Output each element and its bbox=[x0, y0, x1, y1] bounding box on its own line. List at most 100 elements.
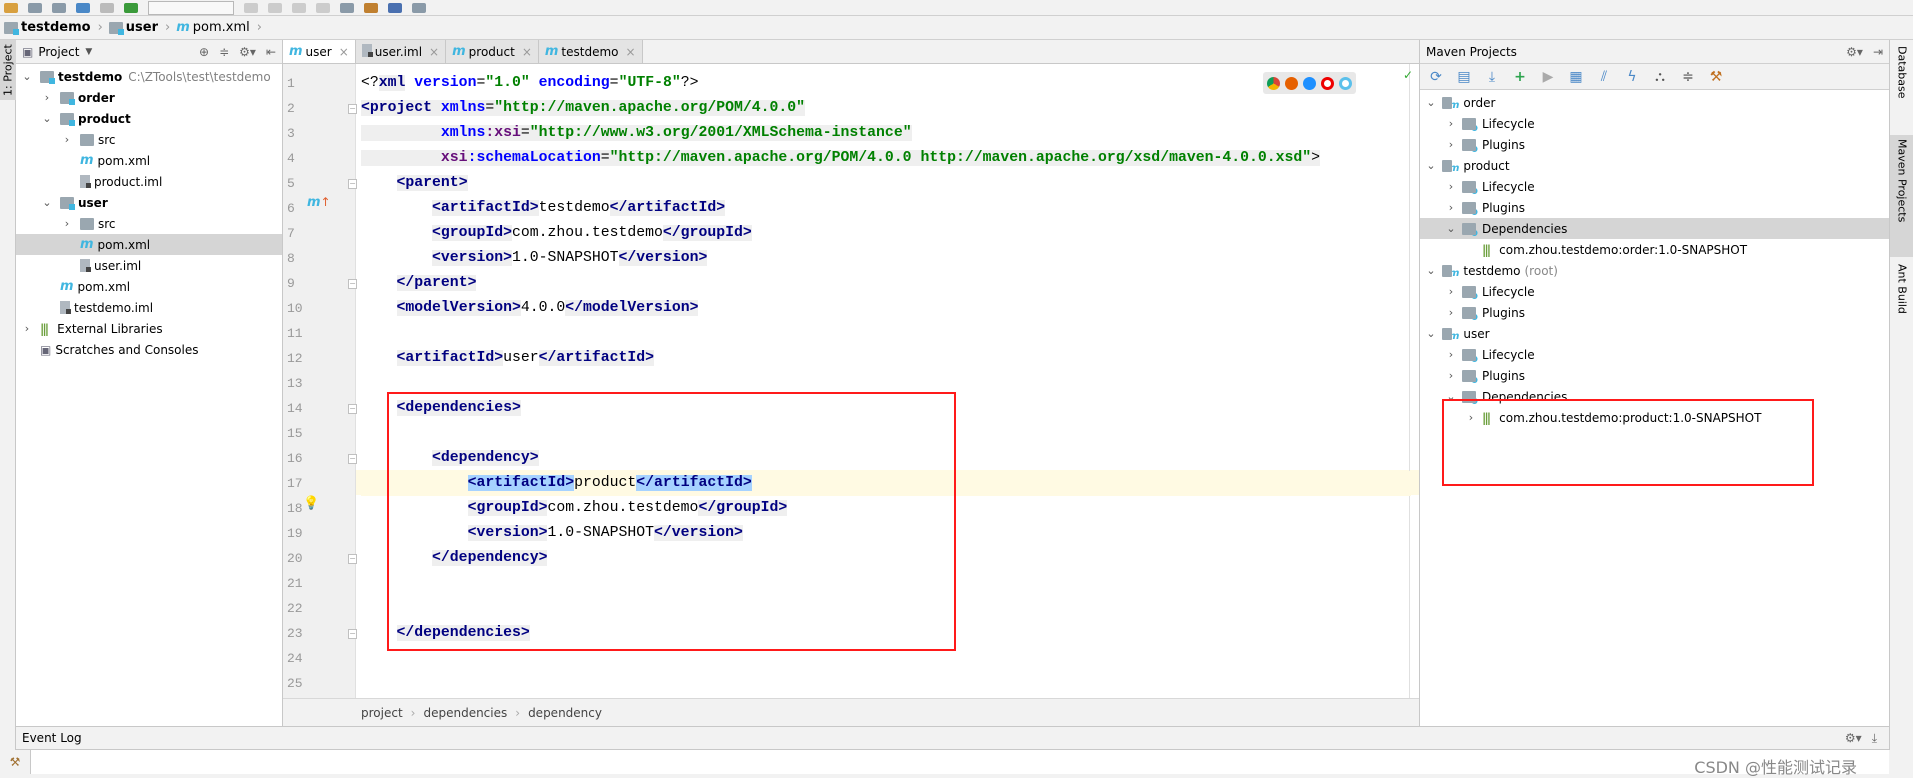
code-line[interactable] bbox=[361, 671, 1411, 696]
project-tree-item[interactable]: ▣ Scratches and Consoles bbox=[16, 339, 282, 360]
project-tree-item[interactable]: › src bbox=[16, 129, 282, 150]
firefox-icon[interactable] bbox=[1285, 76, 1298, 90]
project-tree-item[interactable]: › ||| External Libraries bbox=[16, 318, 282, 339]
code-line[interactable]: <parent> bbox=[361, 171, 1411, 196]
code-line[interactable]: xmlns:xsi="http://www.w3.org/2001/XMLSch… bbox=[361, 121, 1411, 146]
safari-icon[interactable] bbox=[1303, 76, 1316, 90]
gear-icon[interactable]: ⚙▾ bbox=[1845, 731, 1862, 746]
maven-tree-item[interactable]: ⌄ m product bbox=[1420, 155, 1889, 176]
gear-icon[interactable]: ⚙▾ bbox=[239, 45, 256, 59]
fold-marker-icon[interactable]: − bbox=[348, 454, 357, 464]
chevron-down-icon[interactable]: ⌄ bbox=[1424, 96, 1438, 109]
project-tree-item[interactable]: ⌄ user bbox=[16, 192, 282, 213]
coverage-icon[interactable] bbox=[292, 2, 306, 13]
chevron-down-icon[interactable]: ⌄ bbox=[40, 112, 54, 125]
code-line[interactable]: </parent> bbox=[361, 271, 1411, 296]
project-tree-item[interactable]: user.iml bbox=[16, 255, 282, 276]
run-config-select[interactable] bbox=[148, 0, 234, 15]
project-tree-item[interactable]: m pom.xml bbox=[16, 276, 282, 297]
chevron-down-icon[interactable]: ⌄ bbox=[1424, 264, 1438, 277]
nav-crumb-file[interactable]: m pom.xml › bbox=[176, 20, 268, 35]
project-tree-item[interactable]: › order bbox=[16, 87, 282, 108]
fold-marker-icon[interactable]: − bbox=[348, 404, 357, 414]
code-line[interactable]: <modelVersion>4.0.0</modelVersion> bbox=[361, 296, 1411, 321]
stop-icon[interactable] bbox=[316, 2, 330, 13]
breadcrumb-project[interactable]: project bbox=[361, 706, 403, 720]
settings-wrench-icon[interactable] bbox=[364, 2, 378, 13]
skip-tests-icon[interactable]: ϟ bbox=[1624, 69, 1640, 85]
add-icon[interactable]: + bbox=[1512, 69, 1528, 85]
chevron-right-icon[interactable]: › bbox=[1444, 348, 1458, 361]
project-structure-icon[interactable] bbox=[340, 2, 354, 13]
code-line[interactable]: <project xmlns="http://maven.apache.org/… bbox=[361, 96, 1411, 121]
project-view-select[interactable]: Project bbox=[38, 45, 79, 59]
maven-tree-item[interactable]: › ●Plugins bbox=[1420, 197, 1889, 218]
hide-panel-icon[interactable]: ⤓ bbox=[1872, 731, 1877, 746]
show-dependencies-icon[interactable]: ⛬ bbox=[1652, 69, 1668, 85]
chevron-down-icon[interactable]: ⌄ bbox=[20, 70, 34, 83]
chevron-right-icon[interactable]: › bbox=[1444, 285, 1458, 298]
breadcrumb-dependency[interactable]: dependency bbox=[528, 706, 602, 720]
maven-tree-item[interactable]: ⌄ ●Dependencies bbox=[1420, 218, 1889, 239]
back-icon[interactable] bbox=[76, 2, 90, 13]
ie-icon[interactable] bbox=[1339, 76, 1352, 90]
chevron-right-icon[interactable]: › bbox=[1444, 180, 1458, 193]
maven-projects-tool-tab[interactable]: Maven Projects bbox=[1890, 135, 1913, 257]
chevron-right-icon[interactable]: › bbox=[1444, 306, 1458, 319]
chevron-right-icon[interactable]: › bbox=[40, 91, 54, 104]
tab-user-iml[interactable]: user.iml × bbox=[355, 40, 447, 63]
chrome-icon[interactable] bbox=[1267, 76, 1280, 90]
chevron-right-icon[interactable]: › bbox=[1444, 117, 1458, 130]
open-folder-icon[interactable] bbox=[4, 2, 18, 13]
maven-tree-item[interactable]: › ●Lifecycle bbox=[1420, 176, 1889, 197]
collapse-all-icon[interactable]: ≑ bbox=[1680, 69, 1696, 85]
maven-tree-item[interactable]: › ●Plugins bbox=[1420, 365, 1889, 386]
maven-tree-item[interactable]: › ●Lifecycle bbox=[1420, 344, 1889, 365]
download-icon[interactable]: ⤓ bbox=[1484, 69, 1500, 85]
chevron-right-icon[interactable]: › bbox=[1444, 369, 1458, 382]
chevron-right-icon[interactable]: › bbox=[20, 322, 34, 335]
build-icon[interactable] bbox=[124, 2, 138, 13]
fold-marker-icon[interactable]: − bbox=[348, 629, 357, 639]
reimport-icon[interactable]: ⟳ bbox=[1428, 69, 1444, 85]
maven-tree-item[interactable]: › ●Plugins bbox=[1420, 302, 1889, 323]
forward-icon[interactable] bbox=[100, 2, 114, 13]
generate-sources-icon[interactable]: ▤ bbox=[1456, 69, 1472, 85]
maven-tree-item[interactable]: › ●Lifecycle bbox=[1420, 281, 1889, 302]
debug-icon[interactable] bbox=[268, 2, 282, 13]
maven-tree-item[interactable]: ||| com.zhou.testdemo:order:1.0-SNAPSHOT bbox=[1420, 239, 1889, 260]
fold-marker-icon[interactable]: − bbox=[348, 179, 357, 189]
ant-build-tool-tab[interactable]: Ant Build bbox=[1890, 260, 1913, 350]
maven-tree-item[interactable]: ⌄ m order bbox=[1420, 92, 1889, 113]
execute-goal-icon[interactable]: ▦ bbox=[1568, 69, 1584, 85]
close-icon[interactable]: × bbox=[339, 45, 349, 59]
chevron-down-icon[interactable]: ⌄ bbox=[1424, 327, 1438, 340]
dropdown-arrow-icon[interactable]: ▼ bbox=[85, 47, 92, 57]
database-tool-tab[interactable]: Database bbox=[1890, 42, 1913, 134]
run-icon[interactable]: ▶ bbox=[1540, 69, 1556, 85]
toggle-offline-icon[interactable]: ⫽ bbox=[1596, 69, 1612, 85]
code-line[interactable]: <?xml version="1.0" encoding="UTF-8"?> bbox=[361, 71, 1411, 96]
close-icon[interactable]: × bbox=[522, 45, 532, 59]
code-line[interactable]: <artifactId>user</artifactId> bbox=[361, 346, 1411, 371]
close-icon[interactable]: × bbox=[429, 45, 439, 59]
run-icon[interactable] bbox=[244, 2, 258, 13]
gear-icon[interactable]: ⚙▾ bbox=[1846, 45, 1863, 59]
event-log-title[interactable]: Event Log bbox=[22, 731, 82, 745]
maven-tree-item[interactable]: ⌄ m user bbox=[1420, 323, 1889, 344]
code-line[interactable]: <groupId>com.zhou.testdemo</groupId> bbox=[361, 221, 1411, 246]
close-icon[interactable]: × bbox=[626, 45, 636, 59]
settings-wrench-icon[interactable]: ⚒ bbox=[0, 750, 31, 774]
project-tree-item[interactable]: testdemo.iml bbox=[16, 297, 282, 318]
code-line[interactable] bbox=[361, 321, 1411, 346]
chevron-down-icon[interactable]: ⌄ bbox=[40, 196, 54, 209]
chevron-right-icon[interactable]: › bbox=[60, 217, 74, 230]
code-line[interactable]: <version>1.0-SNAPSHOT</version> bbox=[361, 246, 1411, 271]
hide-panel-icon[interactable]: ⇤ bbox=[266, 45, 276, 59]
fold-marker-icon[interactable]: − bbox=[348, 279, 357, 289]
fold-marker-icon[interactable]: − bbox=[348, 104, 357, 114]
maven-settings-icon[interactable]: ⚒ bbox=[1708, 69, 1724, 85]
maven-parent-gutter-icon[interactable]: m↑ bbox=[307, 195, 331, 210]
maven-tree-item[interactable]: ⌄ m testdemo (root) bbox=[1420, 260, 1889, 281]
hide-panel-icon[interactable]: ⇥ bbox=[1873, 45, 1883, 59]
